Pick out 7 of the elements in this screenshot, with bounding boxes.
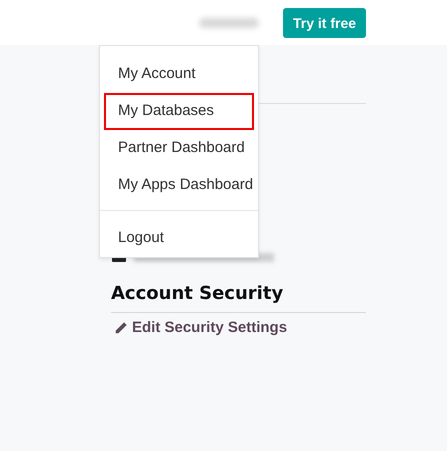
menu-item[interactable]: My Account [104, 56, 254, 93]
section-heading: Account Security [111, 282, 366, 313]
menu-item[interactable]: My Databases [104, 93, 254, 130]
menu-item[interactable]: Partner Dashboard [104, 130, 254, 167]
menu-item[interactable]: My Apps Dashboard [104, 167, 254, 204]
menu-item[interactable]: Logout [104, 220, 254, 257]
edit-security-link[interactable]: Edit Security Settings [114, 319, 366, 336]
